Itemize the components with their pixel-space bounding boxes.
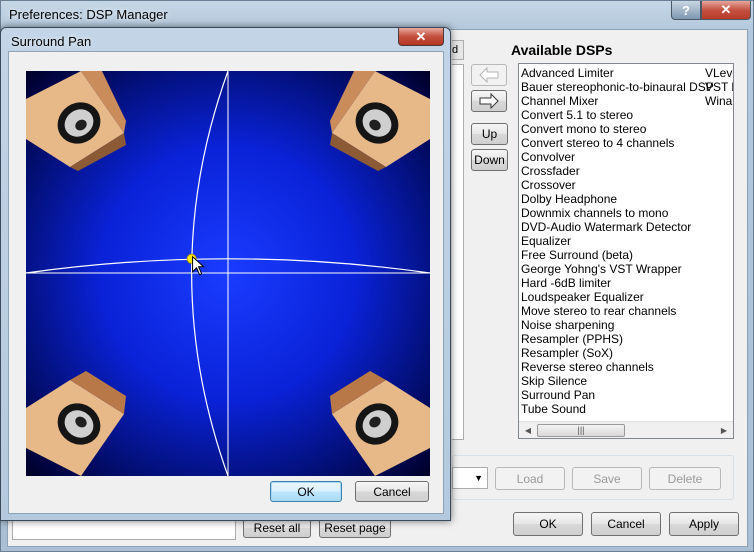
dsp-list-item[interactable]: Resampler (PPHS)	[521, 332, 623, 346]
dsp-list-item[interactable]: Resampler (SoX)	[521, 346, 613, 360]
cancel-button[interactable]: Cancel	[591, 512, 661, 536]
active-dsp-header: d	[452, 40, 464, 60]
dsp-list-item[interactable]: DVD-Audio Watermark Detector	[521, 220, 691, 234]
dsp-list-item[interactable]: Convert mono to stereo	[521, 122, 646, 136]
dsp-list-item[interactable]: Tube Sound	[521, 402, 586, 416]
preset-combo-box[interactable]: ▼	[452, 467, 488, 489]
dialog-ok-button[interactable]: OK	[270, 481, 342, 502]
dsp-list-item[interactable]: George Yohng's VST Wrapper	[521, 262, 682, 276]
dsp-list-item[interactable]: Reverse stereo channels	[521, 360, 654, 374]
window-title: Preferences: DSP Manager	[9, 7, 168, 22]
dsp-list-item[interactable]: Convert 5.1 to stereo	[521, 108, 633, 122]
dsp-list-item[interactable]: Crossover	[521, 178, 576, 192]
dsp-list-item[interactable]: Advanced Limiter	[521, 66, 614, 80]
horizontal-scrollbar[interactable]: ◀ ||| ▶	[519, 421, 733, 438]
arrow-right-icon	[479, 93, 499, 109]
arrow-left-icon	[479, 67, 499, 83]
dialog-title: Surround Pan	[11, 34, 92, 49]
help-button[interactable]: ?	[671, 1, 701, 20]
dsp-list-item[interactable]: Crossfader	[521, 164, 580, 178]
dsp-list-item[interactable]: Free Surround (beta)	[521, 248, 633, 262]
dsp-list-item[interactable]: Dolby Headphone	[521, 192, 617, 206]
save-button[interactable]: Save	[572, 467, 642, 490]
dsp-list-item[interactable]: Move stereo to rear channels	[521, 304, 676, 318]
move-down-button[interactable]: Down	[471, 149, 508, 171]
delete-button[interactable]: Delete	[649, 467, 721, 490]
load-button[interactable]: Load	[495, 467, 565, 490]
preferences-page-field[interactable]	[12, 520, 236, 540]
dsp-list-item[interactable]: Bauer stereophonic-to-binaural DSP	[521, 80, 714, 94]
scroll-left-icon[interactable]: ◀	[520, 424, 536, 437]
dsp-list-item[interactable]: Skip Silence	[521, 374, 587, 388]
surround-pan-dialog: Surround Pan ✕ OK Cancel	[0, 27, 451, 521]
move-up-button[interactable]: Up	[471, 123, 508, 145]
dsp-list-item[interactable]: Convert stereo to 4 channels	[521, 136, 674, 150]
active-dsp-list[interactable]	[452, 64, 464, 440]
scroll-right-icon[interactable]: ▶	[716, 424, 732, 437]
dialog-cancel-button[interactable]: Cancel	[355, 481, 429, 502]
dsp-list-item[interactable]: Hard -6dB limiter	[521, 276, 611, 290]
dsp-list-item-author: VLeve	[705, 66, 733, 80]
reset-all-button[interactable]: Reset all	[243, 518, 311, 538]
pan-field[interactable]	[26, 71, 430, 476]
available-dsps-list[interactable]: Advanced Limiter VLeveBauer stereophonic-…	[518, 63, 734, 439]
dsp-list-item[interactable]: Noise sharpening	[521, 318, 614, 332]
ok-button[interactable]: OK	[513, 512, 583, 536]
add-dsp-button[interactable]	[471, 90, 507, 112]
close-window-button[interactable]: ✕	[701, 1, 751, 20]
available-dsps-title: Available DSPs	[511, 42, 613, 58]
dialog-client-area: OK Cancel	[8, 51, 444, 514]
apply-button[interactable]: Apply	[669, 512, 739, 536]
remove-dsp-button[interactable]	[471, 64, 507, 86]
dsp-list-item[interactable]: Surround Pan	[521, 388, 595, 402]
scrollbar-thumb[interactable]: |||	[537, 424, 625, 437]
dsp-list-item[interactable]: Equalizer	[521, 234, 571, 248]
dsp-list-item[interactable]: Channel Mixer	[521, 94, 598, 108]
dsp-list-item[interactable]: Loudspeaker Equalizer	[521, 290, 644, 304]
dsp-list-item[interactable]: Downmix channels to mono	[521, 206, 668, 220]
dsp-list-item-author: Winar	[705, 94, 734, 108]
dialog-close-button[interactable]: ✕	[398, 28, 444, 46]
dsp-list-item-author: VST b	[705, 80, 733, 94]
dsp-list-item[interactable]: Convolver	[521, 150, 575, 164]
reset-page-button[interactable]: Reset page	[319, 518, 391, 538]
